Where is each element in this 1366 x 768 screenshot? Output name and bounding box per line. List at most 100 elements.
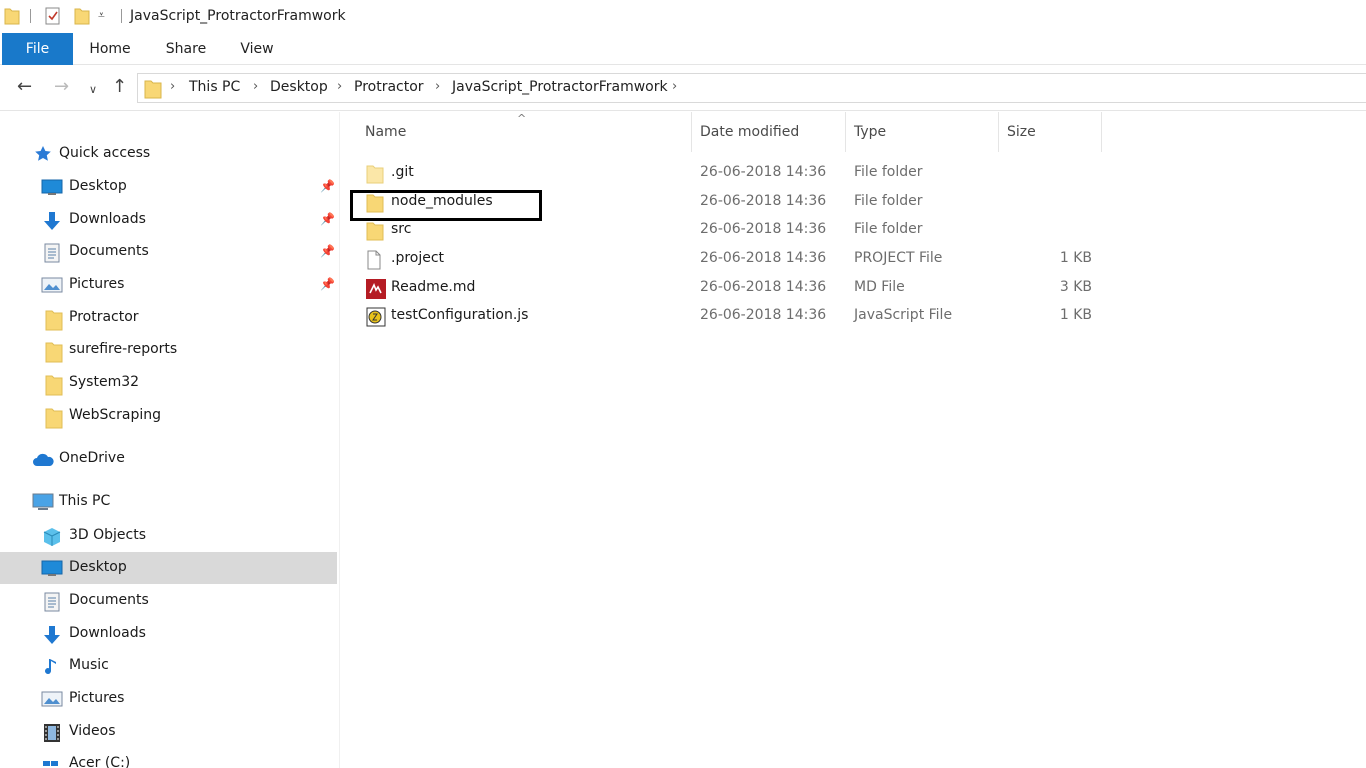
star-icon	[34, 145, 52, 167]
tab-view[interactable]: View	[232, 33, 282, 65]
forward-icon[interactable]: →	[54, 77, 69, 97]
address-bar[interactable]: › This PC › Desktop › Protractor › JavaS…	[137, 73, 1366, 103]
sidebar-item-videos[interactable]: Videos	[0, 716, 337, 748]
table-row[interactable]: .project 26-06-2018 14:36 PROJECT File 1…	[341, 245, 1366, 274]
sidebar-item-downloads[interactable]: Downloads 📌	[0, 204, 337, 236]
table-row[interactable]: testConfiguration.js 26-06-2018 14:36 Ja…	[341, 302, 1366, 331]
sidebar-item-music[interactable]: Music	[0, 650, 337, 682]
file-list: ^ Name Date modified Type Size .git 26-0…	[341, 112, 1366, 768]
drive-icon	[41, 755, 63, 768]
sidebar-item-webscraping[interactable]: WebScraping	[0, 400, 337, 432]
table-row[interactable]: .git 26-06-2018 14:36 File folder	[341, 159, 1366, 188]
file-name: src	[391, 221, 412, 237]
breadcrumb-desktop[interactable]: Desktop	[270, 79, 328, 95]
tab-file[interactable]: File	[2, 33, 73, 65]
file-type: File folder	[854, 164, 923, 180]
column-header-type[interactable]: Type	[846, 112, 999, 152]
folder-icon	[45, 309, 63, 335]
tab-share[interactable]: Share	[157, 33, 215, 65]
window-title: JavaScript_ProtractorFramwork	[130, 8, 346, 24]
sidebar-item-label: Desktop	[69, 178, 127, 194]
download-icon	[41, 211, 63, 235]
chevron-right-icon[interactable]: ›	[253, 79, 258, 94]
folder-icon	[366, 164, 384, 188]
pin-icon[interactable]: 📌	[320, 179, 335, 193]
desktop-icon	[41, 178, 63, 200]
folder-icon	[45, 407, 63, 433]
sidebar-item-drive-c[interactable]: Acer (C:)	[0, 748, 337, 768]
sidebar-item-label: System32	[69, 374, 140, 390]
sidebar-item-label: Desktop	[69, 559, 127, 575]
up-icon[interactable]: ↑	[112, 77, 127, 97]
sidebar-item-protractor[interactable]: Protractor	[0, 302, 337, 334]
folder-icon[interactable]	[4, 6, 20, 30]
navigation-pane: Quick access Desktop 📌 Downloads 📌 Docum…	[0, 112, 340, 768]
sidebar-item-quick-access[interactable]: Quick access	[0, 138, 337, 170]
sidebar-item-label: This PC	[59, 493, 111, 509]
sidebar-item-pictures[interactable]: Pictures 📌	[0, 269, 337, 301]
sidebar-item-onedrive[interactable]: OneDrive	[0, 443, 337, 475]
back-icon[interactable]: ←	[17, 77, 32, 97]
sidebar-item-surefire-reports[interactable]: surefire-reports	[0, 334, 337, 366]
document-icon	[43, 592, 61, 616]
title-bar: ⩡ JavaScript_ProtractorFramwork	[0, 0, 1366, 33]
sidebar-item-system32[interactable]: System32	[0, 367, 337, 399]
sidebar-item-3d-objects[interactable]: 3D Objects	[0, 520, 337, 552]
javascript-icon	[366, 307, 386, 331]
pin-icon[interactable]: 📌	[320, 212, 335, 226]
table-row[interactable]: node_modules 26-06-2018 14:36 File folde…	[341, 188, 1366, 217]
chevron-right-icon[interactable]: ›	[170, 79, 175, 94]
folder-icon	[366, 221, 384, 245]
chevron-right-icon[interactable]: ›	[672, 79, 677, 94]
sidebar-item-documents-pc[interactable]: Documents	[0, 585, 337, 617]
breadcrumb-protractor[interactable]: Protractor	[354, 79, 424, 95]
sidebar-item-desktop-selected[interactable]: Desktop	[0, 552, 337, 584]
desktop-icon	[41, 559, 63, 581]
music-icon	[45, 657, 61, 681]
column-header-size[interactable]: Size	[999, 112, 1102, 152]
divider	[30, 9, 31, 23]
column-header-date[interactable]: Date modified	[692, 112, 846, 152]
file-date: 26-06-2018 14:36	[700, 193, 827, 209]
file-name: node_modules	[391, 193, 493, 209]
sidebar-item-desktop[interactable]: Desktop 📌	[0, 171, 337, 203]
file-date: 26-06-2018 14:36	[700, 250, 827, 266]
tab-home[interactable]: Home	[80, 33, 140, 65]
sidebar-item-label: Pictures	[69, 690, 125, 706]
chevron-right-icon[interactable]: ›	[435, 79, 440, 94]
table-row[interactable]: Readme.md 26-06-2018 14:36 MD File 3 KB	[341, 274, 1366, 303]
pictures-icon	[41, 690, 63, 712]
file-size: 3 KB	[1059, 279, 1092, 295]
divider	[121, 9, 122, 23]
document-icon	[43, 243, 61, 267]
folder-icon	[366, 193, 384, 217]
chevron-right-icon[interactable]: ›	[337, 79, 342, 94]
file-date: 26-06-2018 14:36	[700, 221, 827, 237]
sidebar-item-this-pc[interactable]: This PC	[0, 486, 337, 518]
sidebar-item-pictures-pc[interactable]: Pictures	[0, 683, 337, 715]
file-type: MD File	[854, 279, 905, 295]
pin-icon[interactable]: 📌	[320, 277, 335, 291]
file-name: testConfiguration.js	[391, 307, 529, 323]
cube-icon	[42, 527, 62, 551]
sidebar-item-label: Acer (C:)	[69, 755, 131, 768]
sidebar-item-downloads-pc[interactable]: Downloads	[0, 618, 337, 650]
table-row[interactable]: src 26-06-2018 14:36 File folder	[341, 216, 1366, 245]
breadcrumb-current-folder[interactable]: JavaScript_ProtractorFramwork	[452, 79, 668, 95]
sidebar-item-label: Documents	[69, 592, 149, 608]
file-name: .git	[391, 164, 414, 180]
breadcrumb-this-pc[interactable]: This PC	[189, 79, 240, 95]
recent-locations-icon[interactable]: ∨	[89, 80, 97, 100]
file-type: JavaScript File	[854, 307, 953, 323]
file-date: 26-06-2018 14:36	[700, 164, 827, 180]
sidebar-item-label: OneDrive	[59, 450, 125, 466]
sidebar-item-label: Videos	[69, 723, 116, 739]
pin-icon[interactable]: 📌	[320, 244, 335, 258]
sidebar-item-documents[interactable]: Documents 📌	[0, 236, 337, 268]
customize-toolbar-icon[interactable]: ⩡	[98, 8, 105, 23]
properties-icon[interactable]	[44, 6, 62, 30]
sidebar-item-label: Music	[69, 657, 109, 673]
sidebar-item-label: Protractor	[69, 309, 139, 325]
column-header-name[interactable]: Name	[357, 112, 692, 152]
new-folder-icon[interactable]	[74, 6, 90, 30]
